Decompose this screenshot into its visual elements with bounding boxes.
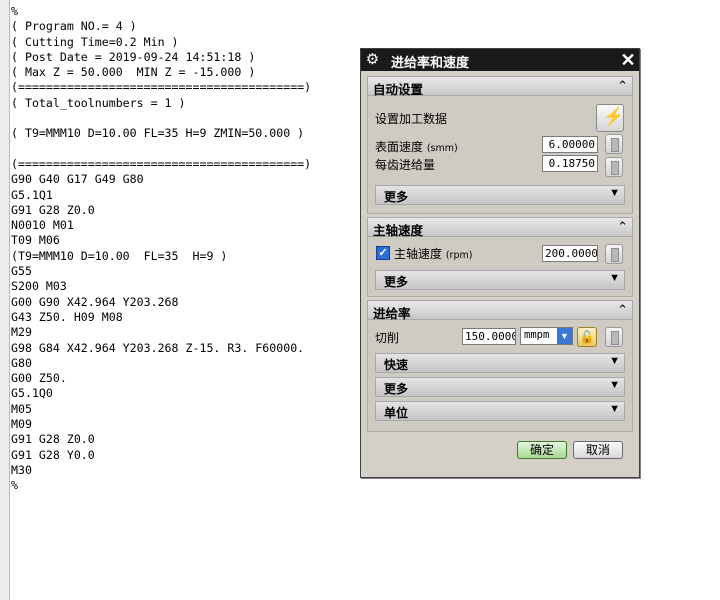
more-label: 更多 — [384, 382, 409, 396]
code-line: M05 — [11, 401, 32, 416]
code-line: % — [11, 478, 18, 493]
code-line: ( Cutting Time=0.2 Min ) — [11, 34, 179, 49]
code-line: G91 G28 Z0.0 — [11, 202, 95, 217]
surface-speed-label: 表面速度 (smm) — [375, 140, 458, 154]
code-line: N0010 M01 — [11, 218, 74, 233]
code-line: G5.1Q0 — [11, 386, 53, 401]
code-line: ( Post Date = 2019-09-24 14:51:18 ) — [11, 49, 256, 64]
spindle-speed-label: 主轴速度 (rpm) — [394, 247, 473, 261]
cut-unit-value: mmpm — [524, 329, 550, 341]
section-header-auto-settings[interactable]: 自动设置 ⌃ — [367, 76, 633, 97]
lightning-icon: ⚡ — [603, 107, 625, 126]
dialog-titlebar: ⚙ 进给率和速度 ✕ — [361, 49, 639, 71]
chevron-up-icon: ⌃ — [617, 302, 628, 317]
cut-unit-select[interactable]: mmpm ▼ — [520, 327, 573, 345]
section-body-spindle: ✓ 主轴速度 (rpm) 200.00000 更多 ▼ — [367, 237, 633, 297]
chevron-down-icon[interactable]: ▼ — [557, 328, 572, 344]
feed-per-tooth-options-button[interactable] — [605, 157, 623, 177]
surface-speed-input[interactable]: 6.00000 — [542, 136, 598, 153]
section-header-spindle[interactable]: 主轴速度 ⌃ — [367, 217, 633, 238]
code-line: G5.1Q1 — [11, 187, 53, 202]
code-line: ( Program NO.= 4 ) — [11, 19, 137, 34]
feed-more-expander[interactable]: 更多 ▼ — [375, 377, 625, 397]
code-line: % — [11, 4, 18, 18]
chevron-down-icon: ▼ — [609, 187, 620, 199]
chevron-down-icon: ▼ — [609, 355, 620, 367]
more-label: 更多 — [384, 190, 409, 204]
section-body-feed-rate: 切削 150.00000 mmpm ▼ 🔓 快速 ▼ 更多 ▼ 单位 ▼ — [367, 320, 633, 432]
code-line: (=======================================… — [11, 156, 312, 171]
nc-code-listing: %( Program NO.= 4 )( Cutting Time=0.2 Mi… — [11, 4, 311, 494]
chevron-down-icon: ▼ — [609, 379, 620, 391]
set-machining-data-label: 设置加工数据 — [375, 112, 448, 126]
code-line: S200 M03 — [11, 279, 67, 294]
spindle-speed-checkbox[interactable]: ✓ — [376, 246, 390, 260]
code-line: (T9=MMM10 D=10.00 FL=35 H=9 ) — [11, 248, 228, 263]
spindle-speed-options-button[interactable] — [605, 244, 623, 264]
surface-speed-options-button[interactable] — [605, 134, 623, 154]
lock-icon[interactable]: 🔓 — [577, 327, 597, 347]
cut-feed-options-button[interactable] — [605, 327, 623, 347]
section-header-feed-rate[interactable]: 进给率 ⌃ — [367, 300, 633, 321]
code-line: M30 — [11, 462, 32, 477]
section-body-auto-settings: 设置加工数据 ⚡ 表面速度 (smm) 6.00000 每齿进给量 0.1875… — [367, 96, 633, 214]
code-line: G80 — [11, 355, 32, 370]
rapid-label: 快速 — [384, 358, 409, 372]
units-label: 单位 — [384, 406, 409, 420]
chevron-down-icon: ▼ — [609, 403, 620, 415]
feeds-and-speeds-dialog: ⚙ 进给率和速度 ✕ 自动设置 ⌃ 设置加工数据 ⚡ 表面速度 (smm) 6.… — [360, 48, 640, 478]
code-line: ( Total_toolnumbers = 1 ) — [11, 95, 186, 110]
set-machining-data-button[interactable]: ⚡ — [596, 104, 624, 132]
code-line: (=======================================… — [11, 80, 312, 95]
code-line: M29 — [11, 325, 32, 340]
ok-button[interactable]: 确定 — [517, 441, 567, 459]
spindle-more-expander[interactable]: 更多 ▼ — [375, 270, 625, 290]
code-line: G55 — [11, 264, 32, 279]
gear-icon[interactable]: ⚙ — [364, 51, 381, 68]
feed-per-tooth-label: 每齿进给量 — [375, 158, 436, 172]
code-line: G91 G28 Y0.0 — [11, 447, 95, 462]
code-line: ( T9=MMM10 D=10.00 FL=35 H=9 ZMIN=50.000… — [11, 126, 305, 141]
code-line: T09 M06 — [11, 233, 60, 248]
dialog-title: 进给率和速度 — [391, 56, 470, 71]
feed-per-tooth-input[interactable]: 0.18750 — [542, 155, 598, 172]
code-line: G90 G40 G17 G49 G80 — [11, 172, 144, 187]
code-line: G98 G84 X42.964 Y203.268 Z-15. R3. F6000… — [11, 340, 305, 355]
chevron-up-icon: ⌃ — [617, 219, 628, 234]
more-label: 更多 — [384, 275, 409, 289]
code-line: M09 — [11, 417, 32, 432]
spindle-speed-input[interactable]: 200.00000 — [542, 245, 598, 262]
close-icon[interactable]: ✕ — [618, 50, 638, 70]
auto-more-expander[interactable]: 更多 ▼ — [375, 185, 625, 205]
code-line: G00 G90 X42.964 Y203.268 — [11, 294, 179, 309]
chevron-up-icon: ⌃ — [617, 78, 628, 93]
code-line: G00 Z50. — [11, 371, 67, 386]
cut-label: 切削 — [375, 331, 400, 345]
code-line: G43 Z50. H09 M08 — [11, 309, 123, 324]
chevron-down-icon: ▼ — [609, 272, 620, 284]
rapid-expander[interactable]: 快速 ▼ — [375, 353, 625, 373]
units-expander[interactable]: 单位 ▼ — [375, 401, 625, 421]
cancel-button[interactable]: 取消 — [573, 441, 623, 459]
left-gutter — [0, 0, 10, 600]
cut-feed-input[interactable]: 150.00000 — [462, 328, 516, 345]
code-line: ( Max Z = 50.000 MIN Z = -15.000 ) — [11, 65, 256, 80]
code-line: G91 G28 Z0.0 — [11, 432, 95, 447]
